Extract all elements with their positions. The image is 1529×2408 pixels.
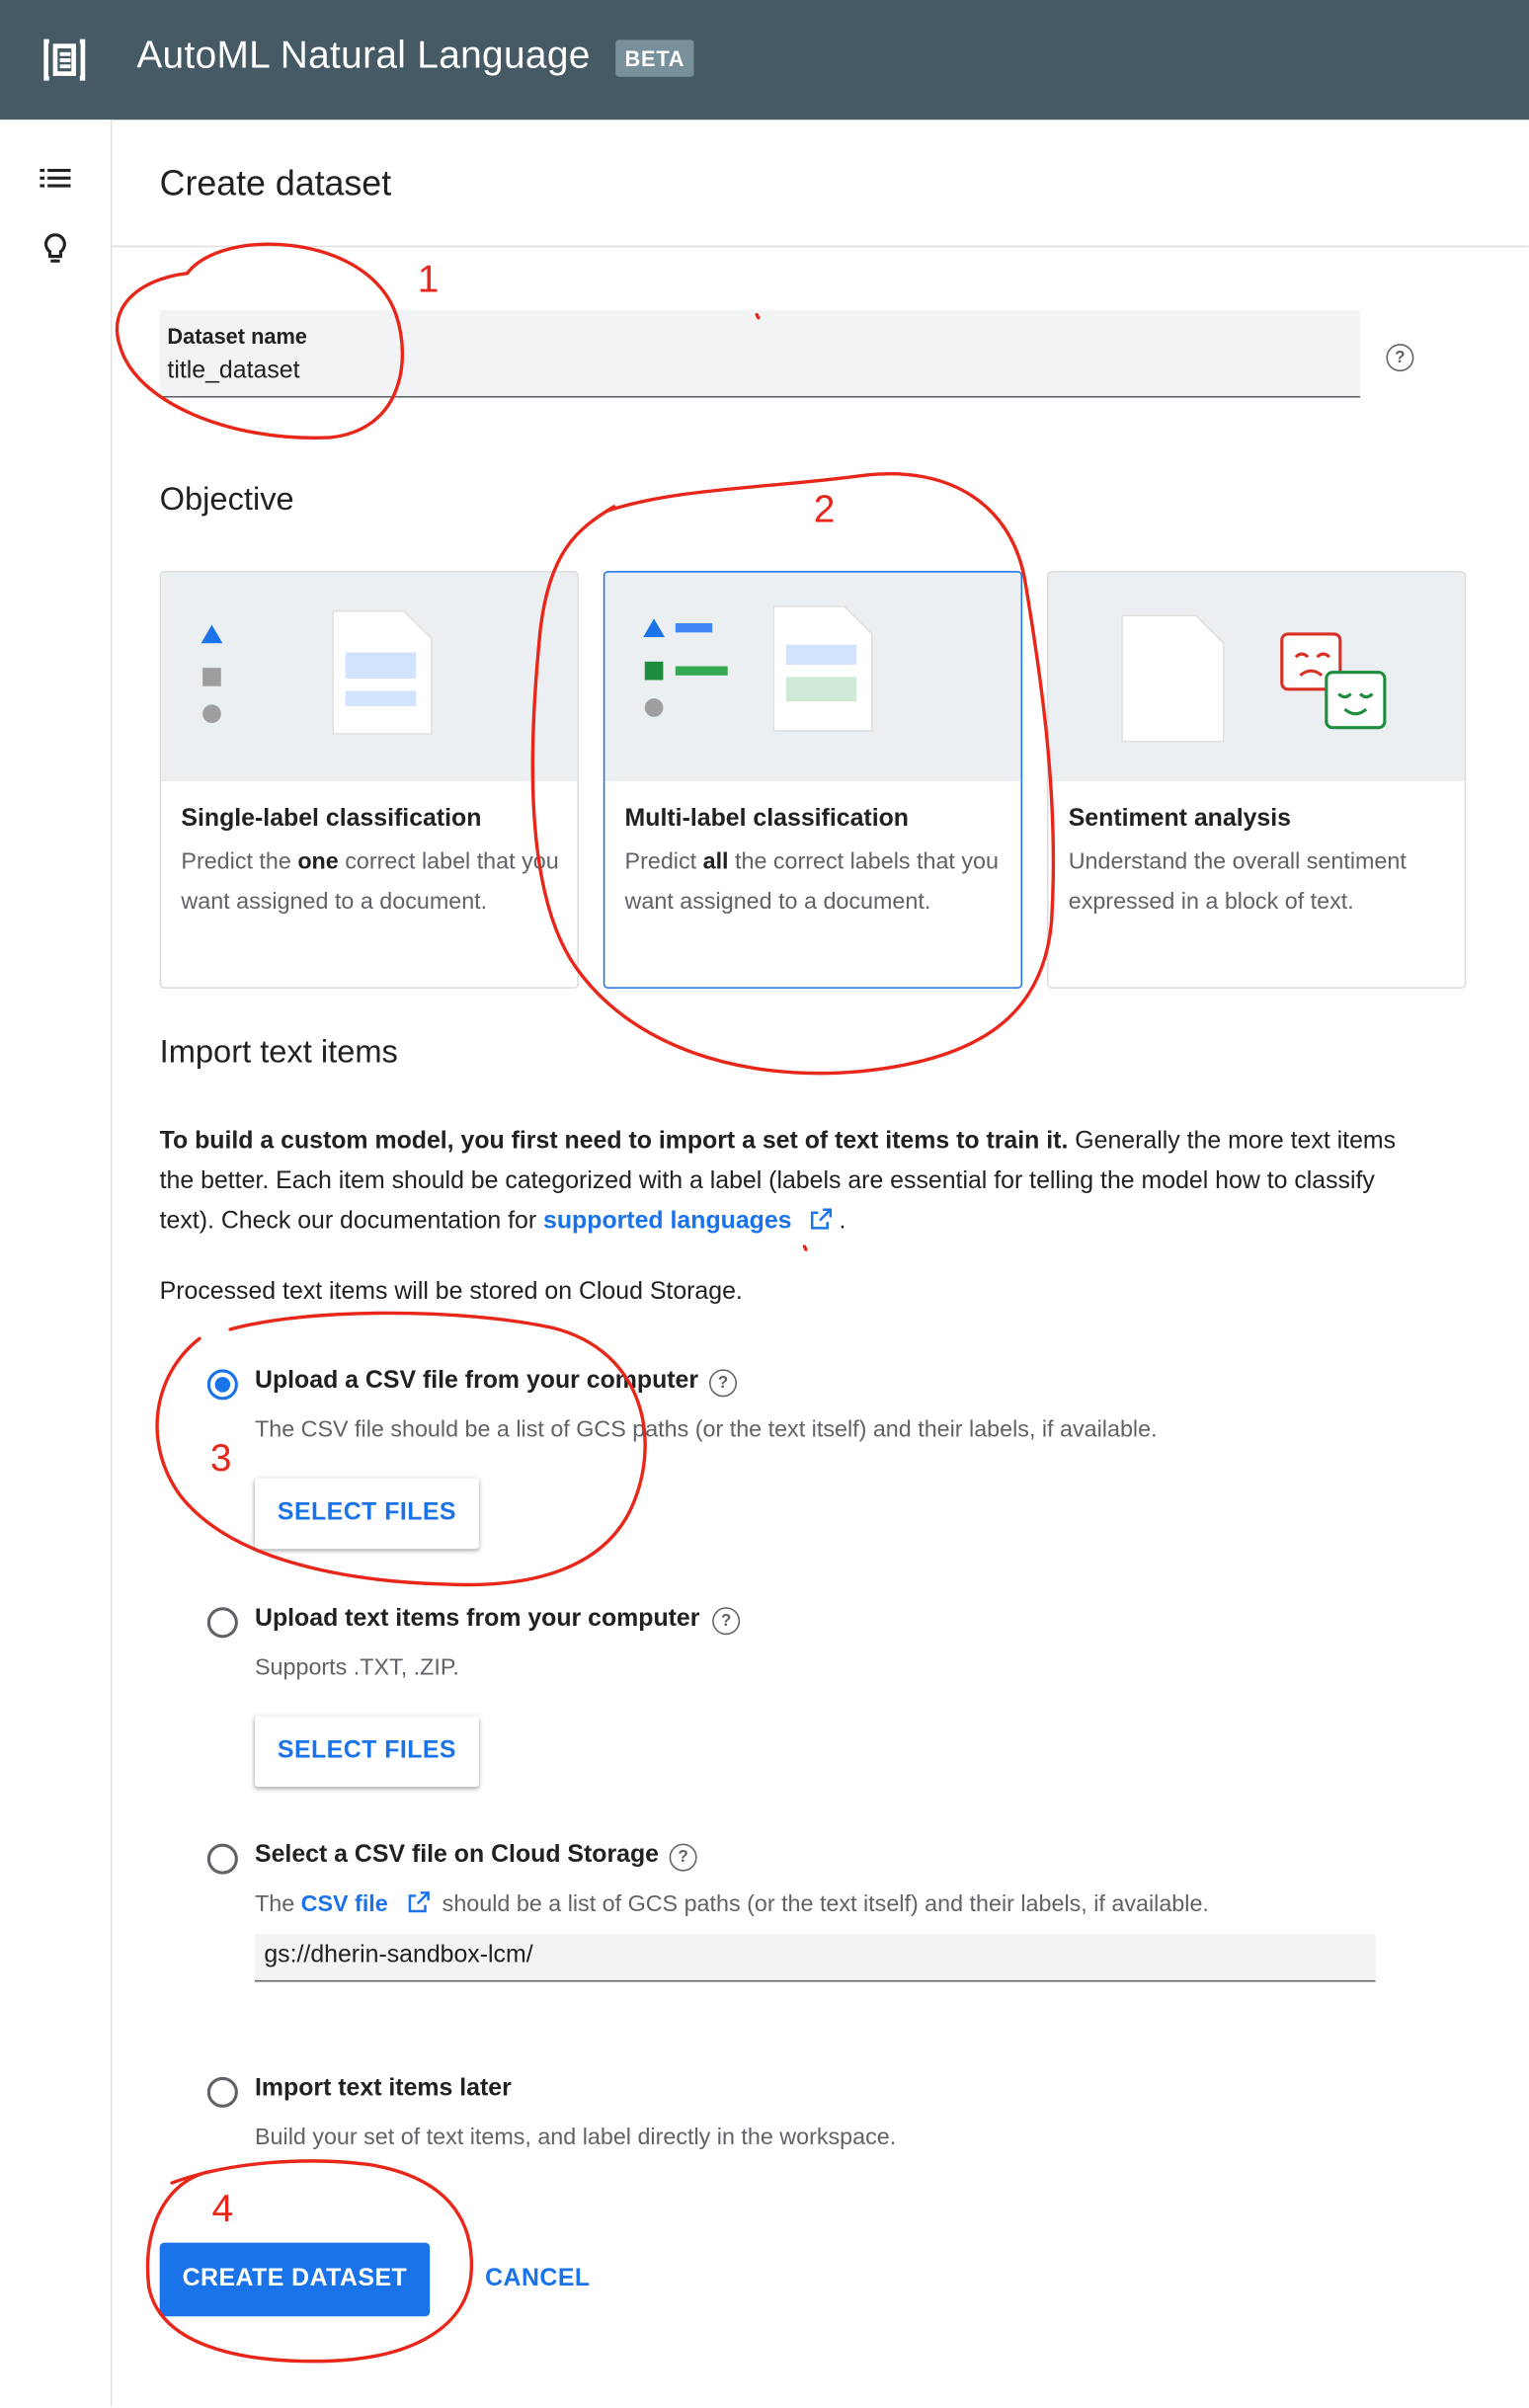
option-title: Import text items later [254, 2075, 512, 2102]
single-label-card[interactable]: Single-label classification Predict the … [159, 571, 579, 989]
annotation-number: 2 [814, 488, 836, 530]
annotation-number: 4 [211, 2188, 233, 2230]
import-heading: Import text items [159, 1034, 398, 1071]
option-description: The CSV file should be a list of GCS pat… [254, 1890, 1209, 1918]
annotation-number: 1 [418, 258, 440, 300]
lightbulb-icon[interactable] [37, 230, 73, 267]
multi-label-card[interactable]: Multi-label classification Predict all t… [603, 571, 1023, 989]
left-nav [0, 120, 113, 2407]
help-icon[interactable]: ? [1386, 344, 1414, 372]
option-title: Upload text items from your computer [254, 1605, 700, 1633]
app-header: AutoML Natural Language BETA [0, 0, 1529, 120]
create-dataset-button[interactable]: CREATE DATASET [159, 2242, 431, 2317]
sentiment-icon [1121, 614, 1387, 743]
option-description: Supports .TXT, .ZIP. [254, 1654, 459, 1681]
objective-heading: Objective [159, 482, 294, 518]
csv-file-link[interactable]: CSV file [301, 1891, 388, 1917]
page-title: Create dataset [159, 162, 392, 203]
option-title: Select a CSV file on Cloud Storage [254, 1842, 660, 1869]
card-title: Single-label classification [181, 805, 482, 833]
supported-languages-link[interactable]: supported languages [543, 1208, 791, 1234]
dataset-name-label: Dataset name [167, 323, 307, 349]
external-link-icon[interactable] [811, 1208, 833, 1230]
storage-note: Processed text items will be stored on C… [159, 1278, 743, 1306]
single-label-icon [201, 609, 433, 735]
list-icon[interactable] [37, 160, 73, 197]
card-description: Predict all the correct labels that you … [624, 848, 999, 916]
multi-label-illustration [604, 572, 1021, 782]
sentiment-illustration [1048, 572, 1465, 782]
option-title: Upload a CSV file from your computer [254, 1367, 699, 1395]
app-title: AutoML Natural Language [136, 34, 591, 77]
multi-label-icon [643, 605, 873, 732]
single-label-illustration [161, 572, 578, 782]
card-title: Multi-label classification [624, 805, 909, 833]
help-icon[interactable]: ? [709, 1369, 738, 1398]
select-files-button[interactable]: SELECT FILES [254, 1478, 479, 1550]
import-intro: To build a custom model, you first need … [159, 1128, 1397, 1235]
help-icon[interactable]: ? [669, 1843, 697, 1872]
radio-upload-csv[interactable] [206, 1369, 238, 1401]
help-icon[interactable]: ? [712, 1607, 741, 1636]
radio-import-later[interactable] [206, 2076, 238, 2108]
gcs-path-value[interactable]: gs://dherin-sandbox-lcm/ [264, 1942, 532, 1969]
card-description: Understand the overall sentiment express… [1068, 848, 1407, 916]
external-link-icon[interactable] [408, 1891, 430, 1913]
dataset-name-field[interactable] [159, 309, 1361, 398]
select-files-button[interactable]: SELECT FILES [254, 1716, 479, 1788]
automl-logo-icon [43, 39, 86, 81]
card-description: Predict the one correct label that you w… [181, 848, 559, 916]
option-description: The CSV file should be a list of GCS pat… [254, 1416, 1158, 1443]
card-title: Sentiment analysis [1068, 805, 1292, 833]
beta-badge: BETA [615, 40, 694, 77]
dataset-name-value[interactable]: title_dataset [167, 358, 299, 385]
cancel-button[interactable]: CANCEL [485, 2243, 590, 2317]
sentiment-card[interactable]: Sentiment analysis Understand the overal… [1046, 571, 1467, 989]
annotation-number: 3 [210, 1437, 232, 1480]
option-description: Build your set of text items, and label … [254, 2125, 897, 2151]
radio-upload-text[interactable] [206, 1607, 238, 1639]
radio-cloud-storage[interactable] [206, 1843, 238, 1875]
